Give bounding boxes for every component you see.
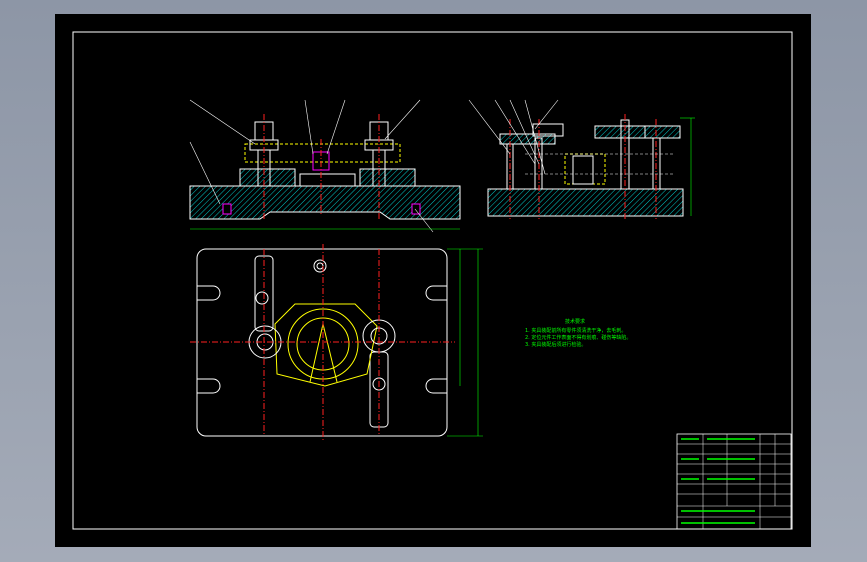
drawing-border xyxy=(72,31,793,530)
technical-notes-title: 技术要求 xyxy=(565,319,586,325)
side-base xyxy=(487,188,684,217)
front-section-view xyxy=(189,99,461,233)
side-section-view xyxy=(468,99,695,219)
technical-notes-line-3: 3. 夹具装配后须进行检验。 xyxy=(525,342,587,348)
technical-notes-line-2: 2. 定位元件工作表面不得有划痕、碰伤等缺陷。 xyxy=(525,335,632,341)
cad-drawing xyxy=(72,31,793,530)
cad-viewport[interactable]: 技术要求 1. 夹具装配前所有零件须清洗干净，去毛刺。 2. 定位元件工作表面不… xyxy=(55,14,811,547)
front-clamp-plate xyxy=(244,143,401,163)
front-block-left xyxy=(239,168,296,187)
title-block xyxy=(676,433,792,530)
front-block-right xyxy=(359,168,416,187)
top-view xyxy=(190,244,483,442)
technical-notes-line-1: 1. 夹具装配前所有零件须清洗干净，去毛刺。 xyxy=(525,328,627,334)
